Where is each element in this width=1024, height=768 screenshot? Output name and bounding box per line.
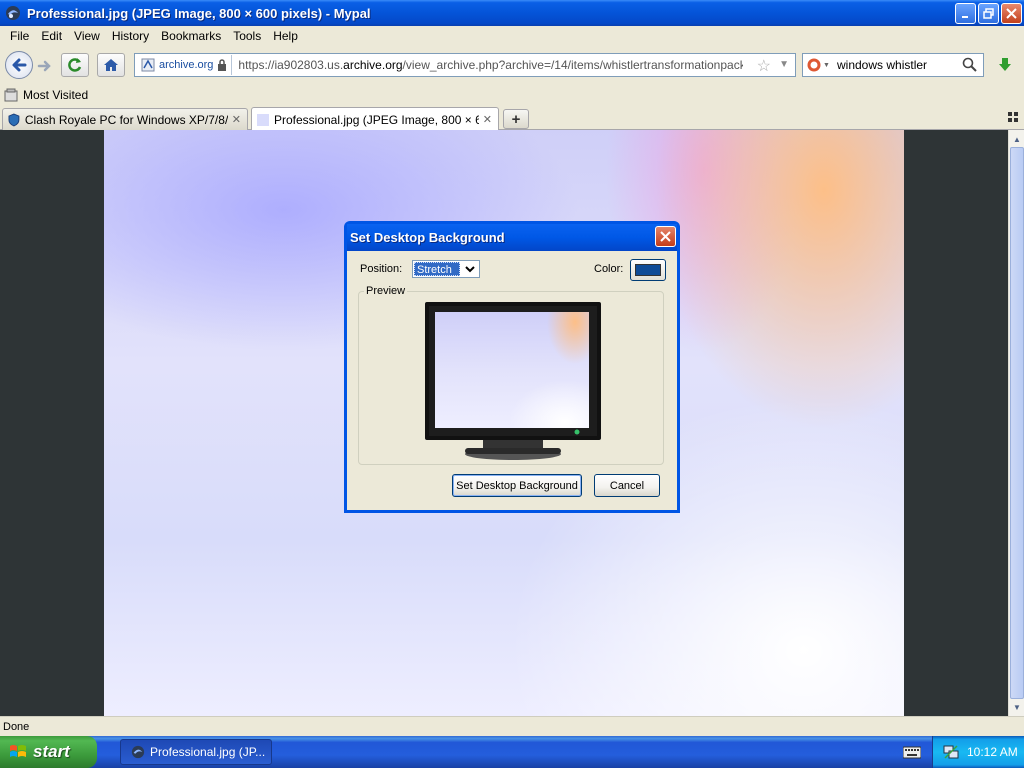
url-bar[interactable]: archive.org https://ia902803.us.archive.… (134, 53, 796, 77)
taskbar-item-mypal[interactable]: Professional.jpg (JP... (120, 739, 272, 765)
home-icon (104, 59, 118, 71)
preview-label: Preview (364, 285, 408, 297)
site-identity[interactable]: archive.org (137, 55, 233, 75)
chevron-down-icon: ▼ (823, 61, 830, 69)
position-select[interactable]: Stretch (412, 260, 480, 278)
status-text: Done (3, 720, 30, 733)
window-titlebar: Professional.jpg (JPEG Image, 800 × 600 … (0, 0, 1024, 26)
status-bar: Done (0, 716, 1024, 736)
search-input[interactable] (837, 58, 957, 72)
menu-edit[interactable]: Edit (35, 29, 68, 43)
bookmark-star-icon[interactable]: ☆ (757, 56, 771, 76)
url-history-dropdown-icon[interactable]: ▼ (779, 59, 789, 70)
tab-label: Professional.jpg (JPEG Image, 800 × 600.… (273, 112, 479, 127)
minimize-button[interactable] (955, 3, 976, 24)
menu-tools[interactable]: Tools (227, 29, 267, 43)
tab-close-icon[interactable]: ✕ (232, 113, 241, 126)
start-button[interactable]: start (0, 736, 97, 768)
keyboard-icon[interactable] (903, 745, 921, 759)
scroll-up-icon[interactable]: ▲ (1010, 131, 1024, 147)
position-label: Position: (360, 263, 403, 275)
tab-list-icon[interactable] (1008, 112, 1018, 122)
preview-screen (435, 312, 589, 428)
restore-button[interactable] (978, 3, 999, 24)
search-bar[interactable]: ▼ (802, 53, 984, 77)
most-visited-link[interactable]: Most Visited (23, 88, 88, 102)
dialog-close-button[interactable] (655, 226, 676, 247)
clock[interactable]: 10:12 AM (967, 745, 1018, 759)
url-text[interactable]: https://ia902803.us.archive.org/view_arc… (238, 58, 743, 72)
close-window-button[interactable] (1001, 3, 1022, 24)
menu-help[interactable]: Help (267, 29, 304, 43)
restore-icon (983, 8, 994, 19)
start-label: start (33, 742, 70, 761)
menu-file[interactable]: File (4, 29, 35, 43)
close-icon (660, 231, 671, 242)
vertical-scrollbar[interactable]: ▲ ▼ (1008, 130, 1024, 716)
scroll-thumb[interactable] (1010, 147, 1024, 699)
tab-professional-jpg[interactable]: Professional.jpg (JPEG Image, 800 × 600.… (251, 107, 499, 131)
window-title: Professional.jpg (JPEG Image, 800 × 600 … (27, 5, 371, 21)
system-tray: 10:12 AM (932, 736, 1024, 768)
reload-icon (68, 58, 82, 72)
position-value: Stretch (414, 262, 460, 276)
tab-close-icon[interactable]: ✕ (483, 113, 492, 126)
url-prefix: https://ia902803.us. (238, 58, 344, 72)
set-desktop-background-button[interactable]: Set Desktop Background (452, 474, 582, 497)
shield-favicon-icon (8, 113, 20, 126)
network-icon[interactable] (943, 744, 959, 760)
lock-icon (218, 59, 227, 71)
search-engine-selector[interactable]: ▼ (803, 58, 833, 72)
windows-logo-icon (10, 745, 26, 757)
taskbar: start Professional.jpg (JP... 10:12 AM (0, 736, 1024, 768)
color-label: Color: (594, 263, 624, 275)
scroll-down-icon[interactable]: ▼ (1010, 699, 1024, 715)
url-path: /view_archive.php?archive=/14/items/whis… (402, 58, 744, 72)
menu-bookmarks[interactable]: Bookmarks (155, 29, 227, 43)
back-button[interactable] (5, 51, 33, 79)
close-icon (1006, 8, 1017, 19)
monitor-preview (425, 302, 601, 462)
mypal-taskbar-icon (131, 745, 145, 759)
dialog-title: Set Desktop Background (350, 230, 505, 245)
menu-history[interactable]: History (106, 29, 155, 43)
mypal-app-icon (6, 6, 20, 20)
home-button[interactable] (97, 53, 125, 77)
downloads-button[interactable] (992, 54, 1018, 76)
tab-strip: Clash Royale PC for Windows XP/7/8/10 ..… (0, 106, 1024, 131)
minimize-icon (961, 15, 968, 18)
chevron-down-icon (462, 262, 478, 276)
tab-clash-royale[interactable]: Clash Royale PC for Windows XP/7/8/10 ..… (2, 108, 248, 130)
preview-group: Preview (358, 285, 664, 465)
plus-icon: + (511, 110, 521, 128)
taskbar-item-label: Professional.jpg (JP... (150, 745, 266, 759)
color-picker-button[interactable] (630, 259, 666, 281)
new-tab-button[interactable]: + (503, 109, 529, 129)
url-domain: archive.org (343, 58, 403, 72)
navigation-toolbar: archive.org https://ia902803.us.archive.… (0, 46, 1024, 84)
set-desktop-background-label: Set Desktop Background (456, 479, 578, 492)
image-favicon-icon (256, 113, 269, 126)
cancel-button[interactable]: Cancel (594, 474, 660, 497)
forward-button[interactable] (35, 56, 55, 76)
menu-bar: File Edit View History Bookmarks Tools H… (0, 26, 1024, 46)
cancel-label: Cancel (609, 479, 645, 492)
forward-arrow-icon (37, 60, 51, 72)
download-arrow-icon (999, 58, 1011, 71)
bookmarks-toolbar: Most Visited (0, 84, 1024, 106)
reload-button[interactable] (61, 53, 89, 77)
duckduckgo-icon (807, 58, 821, 72)
dialog-body: Position: Stretch Color: Preview Set Des… (347, 251, 677, 510)
search-icon[interactable] (962, 57, 978, 73)
set-desktop-background-dialog: Set Desktop Background Position: Stretch… (344, 221, 680, 513)
dialog-titlebar: Set Desktop Background (347, 224, 677, 251)
most-visited-icon (4, 88, 18, 102)
tab-label: Clash Royale PC for Windows XP/7/8/10 ..… (24, 112, 228, 127)
archive-site-icon (141, 58, 155, 72)
site-identity-label: archive.org (159, 59, 214, 71)
color-swatch (635, 264, 661, 276)
back-arrow-icon (12, 58, 27, 72)
menu-view[interactable]: View (68, 29, 106, 43)
